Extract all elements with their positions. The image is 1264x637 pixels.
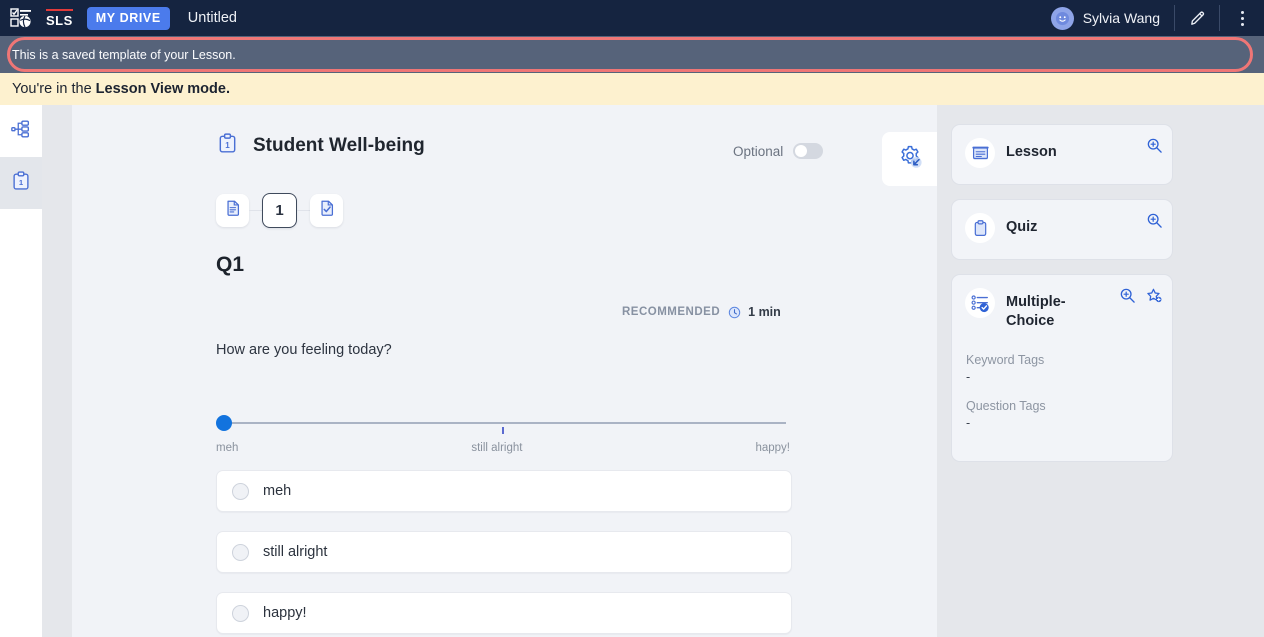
my-drive-button[interactable]: MY DRIVE <box>86 6 170 30</box>
zoom-in-icon[interactable] <box>1119 287 1136 310</box>
option-label: still alright <box>263 544 328 560</box>
multiple-choice-list-icon <box>965 288 995 318</box>
clipboard-one-icon: 1 <box>216 132 239 160</box>
quiz-card[interactable]: Quiz <box>951 199 1173 260</box>
option-label: meh <box>263 483 292 499</box>
answer-options: meh still alright happy! <box>216 470 792 637</box>
slider-label-mid: still alright <box>471 442 523 454</box>
document-check-icon <box>318 199 336 222</box>
app-header: SLS MY DRIVE Untitled Sylvia Wang <box>0 0 1264 36</box>
svg-text:1: 1 <box>225 141 230 150</box>
document-title[interactable]: Untitled <box>188 10 237 26</box>
recommended-label: RECOMMENDED <box>622 306 721 318</box>
option-label: happy! <box>263 605 307 621</box>
zoom-in-icon[interactable] <box>1146 137 1163 159</box>
list-item[interactable]: still alright <box>216 531 792 573</box>
mode-banner-mode: Lesson View mode. <box>95 81 230 97</box>
sidebar-item-quiz[interactable]: 1 <box>0 157 42 209</box>
mode-banner-prefix: You're in the <box>12 81 96 97</box>
question-tags-label: Question Tags <box>966 399 1046 413</box>
step-connector <box>297 209 310 212</box>
step-document-check-button[interactable] <box>310 194 343 227</box>
quiz-clipboard-icon <box>965 213 995 243</box>
step-number-button[interactable]: 1 <box>262 193 297 228</box>
page-title-group: 1 Student Well-being <box>216 132 425 160</box>
kebab-menu-icon[interactable] <box>1220 0 1264 36</box>
optional-toggle-group: Optional <box>733 143 824 159</box>
user-name[interactable]: Sylvia Wang <box>1083 10 1160 26</box>
radio-button[interactable] <box>232 543 249 561</box>
lesson-card-header: Lesson <box>952 125 1172 168</box>
document-icon <box>224 199 242 222</box>
multiple-choice-card-body: Keyword Tags - Question Tags - <box>952 353 1172 430</box>
left-rail: 1 <box>0 105 42 637</box>
left-rail-spacer <box>42 105 72 637</box>
quiz-card-title: Quiz <box>1006 219 1038 235</box>
zoom-in-icon[interactable] <box>1146 212 1163 234</box>
question-tags-value: - <box>966 416 971 430</box>
keyword-tags-value: - <box>966 370 971 384</box>
clipboard-one-icon: 1 <box>10 170 32 197</box>
slider-midpoint-tick <box>502 427 504 434</box>
lesson-board-icon <box>965 138 995 168</box>
multiple-choice-card[interactable]: Multiple-Choice Keyword Tags - Question … <box>951 274 1173 462</box>
quiz-card-actions <box>1146 212 1163 234</box>
optional-toggle[interactable] <box>793 143 824 159</box>
properties-panel: Lesson Quiz Multiple-Choice Keyword Tags… <box>937 105 1264 637</box>
svg-text:1: 1 <box>19 178 24 187</box>
settings-button[interactable] <box>882 132 937 186</box>
star-add-icon[interactable] <box>1145 287 1163 310</box>
step-connector <box>249 209 262 212</box>
question-text: How are you feeling today? <box>216 342 392 358</box>
sitemap-hierarchy-icon <box>10 118 32 145</box>
slider-label-low: meh <box>216 442 239 454</box>
keyword-tags-label: Keyword Tags <box>966 353 1045 367</box>
mode-banner: You're in the Lesson View mode. <box>0 73 1264 105</box>
slider-label-high: happy! <box>755 442 790 454</box>
sidebar-item-sitemap[interactable] <box>0 105 42 157</box>
lesson-card-title: Lesson <box>1006 144 1057 160</box>
mode-banner-text: You're in the Lesson View mode. <box>12 81 230 97</box>
slider-thumb[interactable] <box>216 415 232 431</box>
recommended-duration: RECOMMENDED 1 min <box>622 305 781 319</box>
brand-logo-text[interactable]: SLS <box>46 8 73 28</box>
notification-message: This is a saved template of your Lesson. <box>12 47 236 62</box>
header-right-group: Sylvia Wang <box>1050 0 1264 36</box>
multiple-choice-card-title: Multiple-Choice <box>1006 294 1066 329</box>
optional-label: Optional <box>733 143 784 159</box>
lesson-card-actions <box>1146 137 1163 159</box>
list-item[interactable]: meh <box>216 470 792 512</box>
multiple-choice-card-actions <box>1119 287 1163 310</box>
lesson-card[interactable]: Lesson <box>951 124 1173 185</box>
list-item[interactable]: happy! <box>216 592 792 634</box>
slider-track <box>223 422 786 424</box>
sls-globe-checklist-icon[interactable] <box>10 6 36 30</box>
gear-import-icon <box>896 143 924 176</box>
duration-value: 1 min <box>748 305 781 319</box>
page-title: Student Well-being <box>253 135 425 156</box>
notification-bar: This is a saved template of your Lesson. <box>0 36 1264 73</box>
step-navigation: 1 <box>216 193 343 228</box>
avatar[interactable] <box>1050 6 1074 30</box>
quiz-card-header: Quiz <box>952 200 1172 243</box>
radio-button[interactable] <box>232 482 249 500</box>
clock-icon <box>728 306 741 319</box>
question-number: Q1 <box>216 253 245 276</box>
radio-button[interactable] <box>232 604 249 622</box>
step-document-button[interactable] <box>216 194 249 227</box>
pencil-edit-icon[interactable] <box>1175 0 1219 36</box>
slider-labels: meh still alright happy! <box>216 442 790 454</box>
lesson-canvas: 1 Student Well-being Optional 1 Q1 RECOM… <box>72 105 937 637</box>
